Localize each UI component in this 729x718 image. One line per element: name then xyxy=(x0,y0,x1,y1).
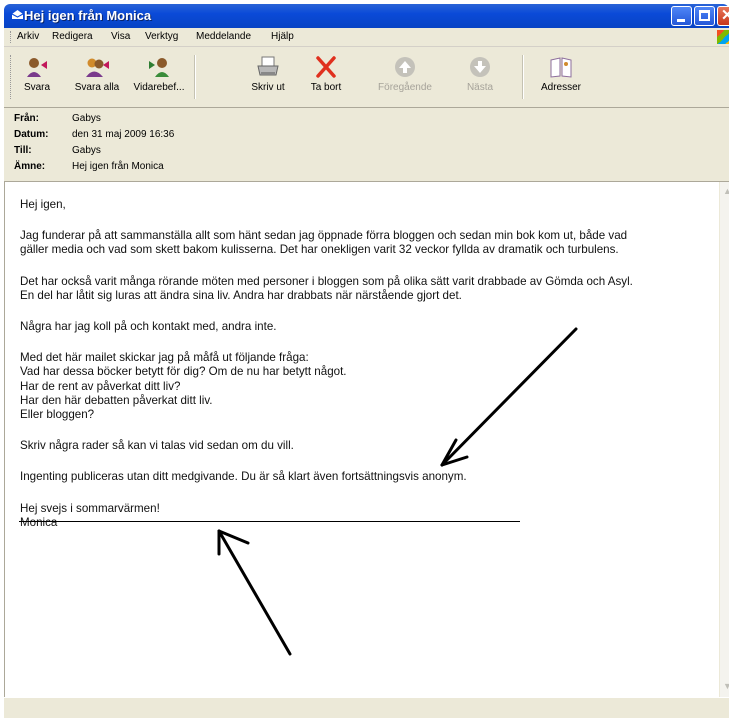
address-book-icon xyxy=(548,55,574,79)
delete-button[interactable]: Ta bort xyxy=(304,51,348,103)
menu-verktyg[interactable]: Verktyg xyxy=(145,31,178,42)
from-label: Från: xyxy=(14,113,39,124)
menu-bar: Arkiv Redigera Visa Verktyg Meddelande H… xyxy=(4,28,729,47)
toolbar-grip[interactable] xyxy=(10,55,13,99)
arrow-down-left xyxy=(440,327,578,467)
next-button[interactable]: Nästa xyxy=(460,51,500,103)
scroll-down-icon[interactable]: ▼ xyxy=(721,679,729,693)
previous-icon xyxy=(392,55,418,79)
from-value: Gabys xyxy=(72,113,101,124)
arrow-up-left xyxy=(217,529,292,656)
date-label: Datum: xyxy=(14,129,49,140)
reply-all-label: Svara alla xyxy=(74,82,120,93)
minimize-icon xyxy=(677,19,685,22)
scroll-up-icon[interactable]: ▲ xyxy=(721,184,729,198)
reply-all-icon xyxy=(84,55,110,79)
reply-label: Svara xyxy=(23,82,51,93)
next-label: Nästa xyxy=(466,82,494,93)
forward-label: Vidarebef... xyxy=(133,82,185,93)
email-window: Hej igen från Monica ✕ Arkiv Redigera Vi… xyxy=(0,0,729,718)
print-icon xyxy=(255,55,281,79)
previous-button[interactable]: Föregående xyxy=(374,51,436,103)
print-label: Skriv ut xyxy=(251,82,285,93)
reply-icon xyxy=(24,55,50,79)
status-bar xyxy=(4,697,729,718)
menu-grip[interactable] xyxy=(10,31,13,43)
close-button[interactable]: ✕ xyxy=(717,6,729,26)
delete-label: Ta bort xyxy=(310,82,342,93)
menu-arkiv[interactable]: Arkiv xyxy=(17,31,39,42)
annotation-arrows xyxy=(217,327,578,656)
print-button[interactable]: Skriv ut xyxy=(246,51,290,103)
addresses-label: Adresser xyxy=(540,82,581,93)
next-icon xyxy=(467,55,493,79)
reply-all-button[interactable]: Svara alla xyxy=(66,51,128,103)
menu-hjalp[interactable]: Hjälp xyxy=(271,31,294,42)
to-label: Till: xyxy=(14,145,32,156)
forward-icon xyxy=(146,55,172,79)
addresses-button[interactable]: Adresser xyxy=(536,51,586,103)
menu-redigera[interactable]: Redigera xyxy=(52,31,93,42)
toolbar-separator-2 xyxy=(522,55,524,99)
window-title: Hej igen från Monica xyxy=(24,8,152,23)
to-value: Gabys xyxy=(72,145,101,156)
envelope-icon xyxy=(11,9,25,21)
subject-label: Ämne: xyxy=(14,161,46,172)
menu-meddelande[interactable]: Meddelande xyxy=(196,31,251,42)
minimize-button[interactable] xyxy=(671,6,692,26)
title-bar[interactable]: Hej igen från Monica ✕ xyxy=(4,4,729,28)
forward-button[interactable]: Vidarebef... xyxy=(130,51,188,103)
menu-visa[interactable]: Visa xyxy=(111,31,130,42)
toolbar: Svara Svara alla Vidarebef... Skriv ut T… xyxy=(4,47,729,108)
reply-button[interactable]: Svara xyxy=(17,51,57,103)
previous-label: Föregående xyxy=(378,82,432,93)
message-header: Från: Gabys Datum: den 31 maj 2009 16:36… xyxy=(4,108,729,182)
maximize-icon xyxy=(699,10,710,21)
date-value: den 31 maj 2009 16:36 xyxy=(72,129,175,140)
close-icon: ✕ xyxy=(721,7,729,24)
delete-icon xyxy=(313,55,339,79)
vertical-scrollbar[interactable]: ▲ ▼ xyxy=(719,182,729,697)
maximize-button[interactable] xyxy=(694,6,715,26)
subject-value: Hej igen från Monica xyxy=(72,161,164,172)
message-body[interactable]: Hej igen, Jag funderar på att sammanstäl… xyxy=(4,182,729,697)
windows-logo-icon xyxy=(717,30,729,44)
toolbar-separator xyxy=(194,55,196,99)
